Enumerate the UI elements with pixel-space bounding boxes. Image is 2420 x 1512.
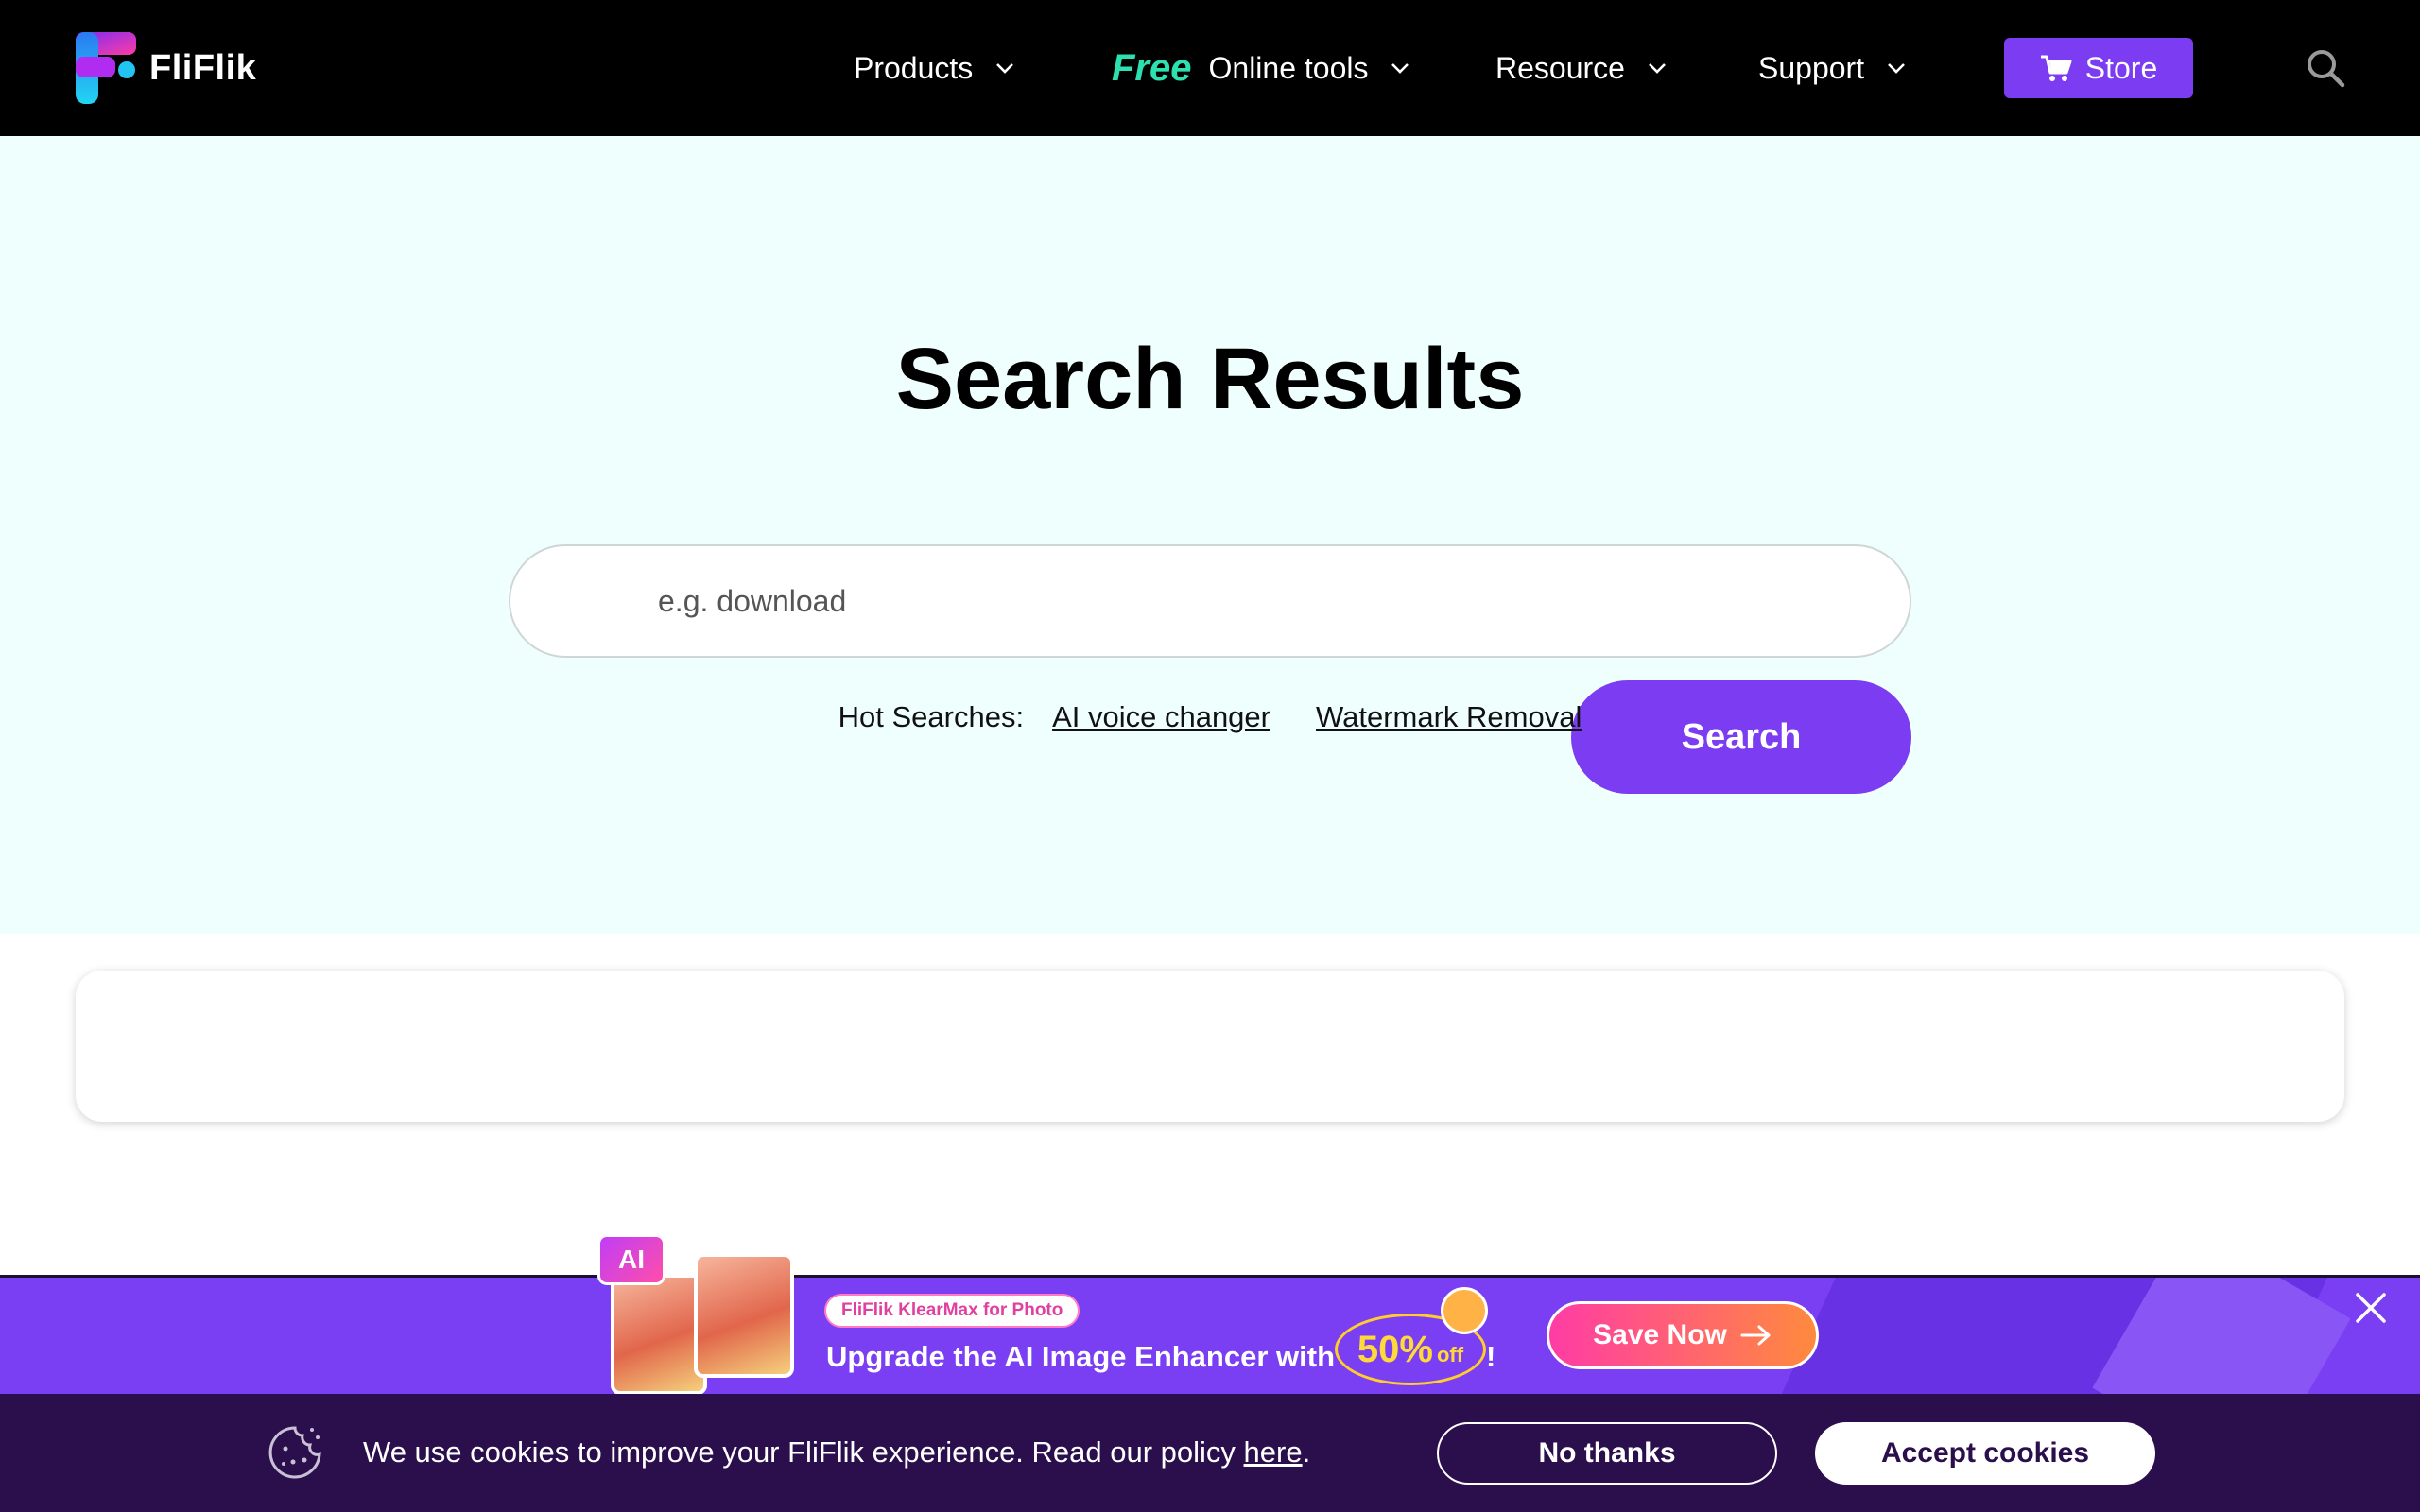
- ai-badge: AI: [597, 1234, 666, 1285]
- brand-name: FliFlik: [149, 47, 257, 88]
- store-button[interactable]: Store: [2004, 38, 2193, 98]
- search-hero: Search Results Search Hot Searches: AI v…: [0, 136, 2420, 934]
- promo-photo: [611, 1274, 707, 1395]
- nav-support[interactable]: Support: [1758, 45, 1908, 91]
- search-results-card: [76, 971, 2344, 1122]
- promo-photo: [694, 1253, 794, 1378]
- top-navbar: FliFlik Products Free Online tools Resou…: [0, 0, 2420, 136]
- save-now-label: Save Now: [1593, 1319, 1727, 1350]
- cookie-icon: [268, 1426, 321, 1479]
- fliflik-logo[interactable]: FliFlik: [76, 32, 256, 104]
- promo-exclamation: !: [1486, 1340, 1496, 1373]
- arrow-right-icon: [1740, 1325, 1771, 1346]
- hot-searches-label: Hot Searches:: [838, 700, 1025, 733]
- search-button[interactable]: Search: [1571, 680, 1911, 794]
- nav-online-tools-label: Online tools: [1208, 50, 1369, 85]
- discount-suffix: off: [1436, 1343, 1464, 1366]
- nav-online-tools[interactable]: Free Online tools: [1112, 45, 1411, 91]
- nav-products-label: Products: [854, 50, 974, 85]
- cookie-policy-link[interactable]: here: [1244, 1435, 1303, 1469]
- nav-support-label: Support: [1758, 50, 1865, 85]
- nav-products[interactable]: Products: [854, 45, 1016, 91]
- close-icon[interactable]: [2354, 1291, 2388, 1325]
- chevron-down-icon: [1389, 57, 1411, 79]
- promo-images: AI: [597, 1234, 796, 1395]
- discount-value: 50%: [1357, 1328, 1433, 1370]
- hot-searches: Hot Searches: AI voice changer Watermark…: [0, 700, 2420, 734]
- hot-search-link[interactable]: AI voice changer: [1052, 700, 1270, 734]
- save-now-button[interactable]: Save Now: [1547, 1301, 1819, 1369]
- no-thanks-button[interactable]: No thanks: [1437, 1422, 1777, 1485]
- cart-icon: [2040, 55, 2072, 81]
- free-badge: Free: [1112, 46, 1192, 89]
- cookie-text-end: .: [1302, 1435, 1311, 1469]
- chevron-down-icon: [1646, 57, 1668, 79]
- promo-headline: Upgrade the AI Image Enhancer with: [826, 1340, 1336, 1373]
- cookie-message: We use cookies to improve your FliFlik e…: [363, 1435, 1310, 1469]
- hot-search-link[interactable]: Watermark Removal: [1316, 700, 1582, 734]
- accept-cookies-button[interactable]: Accept cookies: [1815, 1422, 2155, 1485]
- promo-product-tag: FliFlik KlearMax for Photo: [824, 1294, 1080, 1328]
- discount-badge: 50% off: [1335, 1287, 1494, 1385]
- search-field: [509, 544, 1911, 658]
- store-label: Store: [2084, 50, 2158, 85]
- promo-banner[interactable]: [0, 1275, 2420, 1396]
- nav-resource-label: Resource: [1495, 50, 1625, 85]
- search-icon[interactable]: [2305, 47, 2346, 89]
- clock-icon: [1441, 1287, 1488, 1334]
- search-input[interactable]: [658, 546, 1509, 656]
- cookie-text: We use cookies to improve your FliFlik e…: [363, 1435, 1244, 1469]
- page-title: Search Results: [895, 331, 1525, 427]
- chevron-down-icon: [1885, 57, 1908, 79]
- fliflik-logo-icon: [76, 32, 136, 104]
- chevron-down-icon: [994, 57, 1016, 79]
- cookie-consent-bar: We use cookies to improve your FliFlik e…: [0, 1394, 2420, 1512]
- nav-resource[interactable]: Resource: [1495, 45, 1668, 91]
